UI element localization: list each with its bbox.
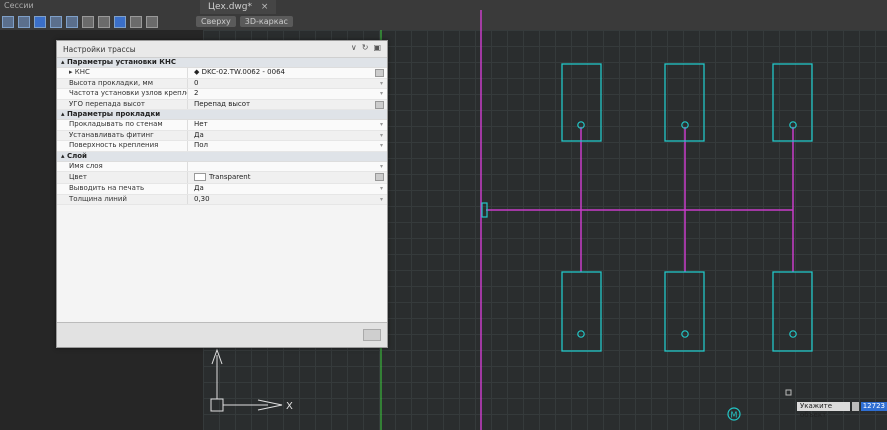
property-key: Частота установки узлов крепления,... [69,89,187,97]
panel-header: Настройки трассы ∨ ↻ ▣ [57,41,387,58]
coordinate-input[interactable]: 12723 [860,402,887,411]
group-label: Параметры установки КНС [66,58,176,66]
group-header[interactable]: ▴ Параметры прокладки [57,110,387,120]
property-row[interactable]: УГО перепада высот Перепад высот [57,99,387,110]
device-port-bottom-3 [789,330,797,338]
property-key: УГО перепада высот [69,99,145,108]
property-value[interactable]: ◆ DKC-02.TW.0062 - 0064 [187,68,387,78]
group-label: Слой [66,151,87,160]
dropdown-arrow-icon[interactable]: ▾ [380,184,383,194]
group-label: Параметры прокладки [66,110,161,118]
resize-grip-icon[interactable] [363,329,381,341]
property-value-text: DKC-02.TW.0062 - 0064 [201,68,285,76]
property-key: Выводить на печать [69,184,145,192]
property-row[interactable]: Частота установки узлов крепления,...2▾ [57,89,387,100]
route-settings-panel: Настройки трассы ∨ ↻ ▣ ▴ Параметры устан… [56,40,388,348]
device-box-bottom-2 [664,271,705,352]
property-value-text: 0 [194,78,199,87]
panel-footer [57,322,387,347]
group-header[interactable]: ▴ Слой [57,151,387,162]
property-value-text: Пол [194,141,209,149]
panel-menu-icon[interactable]: ∨ [351,43,357,52]
device-port-bottom-2 [681,330,689,338]
property-row[interactable]: Высота прокладки, мм 0 ▾ [57,78,387,89]
property-value-text: Transparent [209,173,251,181]
property-row[interactable]: Цвет Transparent [57,172,387,184]
property-row[interactable]: ▸ КНС ◆ DKC-02.TW.0062 - 0064 [57,68,387,79]
property-value[interactable]: Пол ▾ [187,141,387,151]
property-value-text: Да [194,184,204,192]
property-row[interactable]: Имя слоя ▾ [57,161,387,172]
dropdown-arrow-icon[interactable] [375,173,384,181]
property-value[interactable]: 2 ▾ [187,89,387,99]
property-key: Имя слоя [69,161,103,170]
property-key-text: КНС [74,68,90,76]
snap-indicator-icon [785,389,792,396]
cursor-marker-label: M [731,411,738,420]
property-key: Высота прокладки, мм [69,78,153,87]
property-value-text: 2 [194,89,199,97]
property-key: Поверхность крепления [69,141,159,149]
property-key: Прокладывать по стенам [69,120,163,128]
dropdown-arrow-icon[interactable]: ▾ [380,195,383,205]
dropdown-arrow-icon[interactable]: ▾ [380,162,383,172]
property-value-text: Да [194,130,204,139]
panel-title: Настройки трассы [63,44,136,54]
property-value[interactable]: ▾ [187,161,387,172]
property-value-text: Перепад высот [194,99,251,108]
property-value[interactable]: 0 ▾ [187,78,387,89]
color-swatch-icon [194,173,206,181]
dropdown-arrow-icon[interactable]: ▾ [380,79,383,89]
property-key: ▸ КНС [69,68,90,76]
dropdown-arrow-icon[interactable]: ▾ [380,131,383,141]
group-header[interactable]: ▴ Параметры установки КНС [57,58,387,68]
browse-button[interactable] [375,100,384,109]
device-box-bottom-1 [561,271,602,352]
property-row[interactable]: Толщина линий 0,30 ▾ [57,194,387,205]
device-box-bottom-3 [772,271,813,352]
dropdown-arrow-icon[interactable]: ▾ [380,89,383,99]
command-prompt: Укажите объект 12723 [797,402,887,419]
ucs-icon [210,348,283,412]
property-key: Толщина линий [69,194,127,203]
dropdown-arrow-icon[interactable]: ▾ [380,141,383,151]
property-value[interactable]: Transparent [187,172,387,183]
property-value[interactable]: Нет ▾ [187,120,387,130]
property-grid: ▴ Параметры установки КНС ▸ КНС ◆ DKC-02.… [57,58,387,205]
panel-refresh-icon[interactable]: ↻ [362,43,369,52]
dropdown-arrow-icon[interactable]: ▾ [380,120,383,130]
property-value-text: 0,30 [194,194,210,203]
property-row[interactable]: Поверхность крепления Пол ▾ [57,141,387,152]
prompt-options-button[interactable] [851,402,859,411]
property-value[interactable]: Перепад высот [187,99,387,109]
ucs-x-label: X [286,401,293,412]
property-key: Устанавливать фитинг [69,130,154,139]
property-row[interactable]: Выводить на печать Да ▾ [57,184,387,195]
property-value[interactable]: Да ▾ [187,130,387,141]
property-value[interactable]: Да ▾ [187,184,387,194]
command-prompt-text: Укажите объект [797,402,850,419]
property-row[interactable]: Устанавливать фитинг Да ▾ [57,130,387,141]
property-value[interactable]: 0,30 ▾ [187,194,387,205]
property-row[interactable]: Прокладывать по стенам Нет ▾ [57,120,387,131]
property-value-text: Нет [194,120,208,128]
property-key: Цвет [69,173,87,181]
browse-button[interactable] [375,69,384,77]
device-port-bottom-1 [577,330,585,338]
panel-pin-icon[interactable]: ▣ [373,43,381,52]
